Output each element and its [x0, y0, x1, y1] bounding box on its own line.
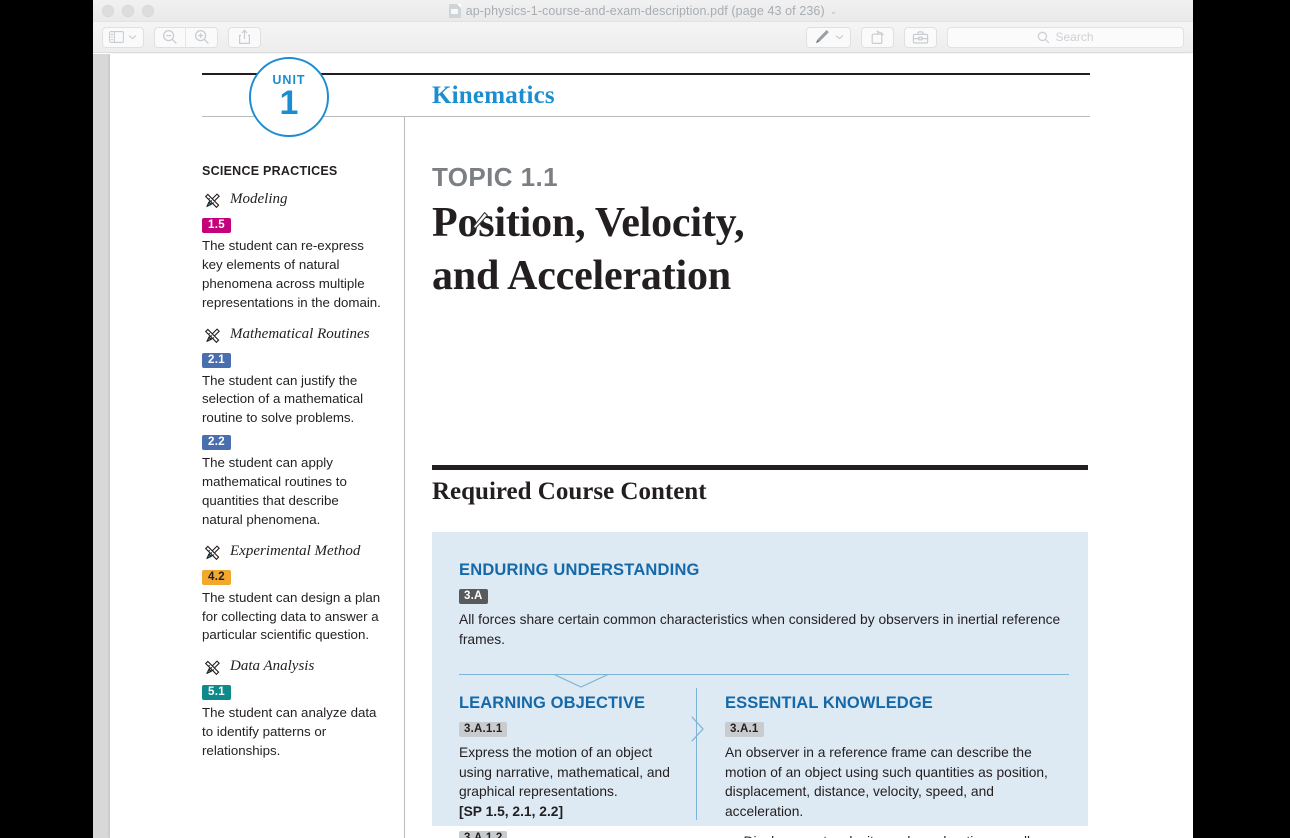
preview-window: ap-physics-1-course-and-exam-description…: [93, 0, 1193, 838]
learning-objective-heading: LEARNING OBJECTIVE: [459, 694, 646, 712]
learning-objective-sp-tag: [SP 1.5, 2.1, 2.2]: [459, 804, 564, 820]
science-practice-icon: [202, 658, 222, 678]
panel-separator: [459, 674, 1069, 675]
essential-knowledge-heading: ESSENTIAL KNOWLEDGE: [725, 694, 933, 712]
practice-text-4-2: The student can design a plan for collec…: [202, 589, 381, 643]
search-icon: [1038, 31, 1050, 43]
essential-knowledge-column: ESSENTIAL KNOWLEDGE 3.A.1 An observer in…: [702, 694, 1069, 838]
science-practice-icon: [202, 543, 222, 563]
pdf-page-content: UNIT 1 Kinematics SCIENCE PRACTICES Mode…: [110, 54, 1193, 838]
pdf-page-area[interactable]: UNIT 1 Kinematics SCIENCE PRACTICES Mode…: [93, 54, 1193, 838]
practice-name: Mathematical Routines: [230, 325, 370, 342]
header-rule-bottom: [202, 116, 1090, 117]
sidebar-toggle-button[interactable]: [103, 28, 143, 47]
rotate-toolbar-group: [861, 26, 894, 48]
traffic-lights: [102, 4, 154, 17]
search-placeholder: Search: [1055, 30, 1094, 44]
required-course-content-heading: Required Course Content: [432, 478, 707, 505]
practice-text-5-1: The student can analyze data to identify…: [202, 705, 377, 758]
essential-knowledge-text: An observer in a reference frame can des…: [725, 745, 1048, 820]
section-rule: [432, 465, 1088, 470]
running-head-title: Kinematics: [432, 82, 555, 109]
rotate-button[interactable]: [862, 28, 893, 47]
practice-badge-2-2: 2.2: [202, 435, 231, 451]
window-title: ap-physics-1-course-and-exam-description…: [465, 4, 825, 18]
window-titlebar: ap-physics-1-course-and-exam-description…: [93, 0, 1193, 22]
science-practice-icon: [202, 326, 222, 346]
practice-text-2-2: The student can apply mathematical routi…: [202, 455, 347, 527]
minimize-button[interactable]: [122, 4, 134, 17]
practice-row-data-analysis: Data Analysis: [202, 657, 382, 678]
code-badge-3a1: 3.A.1: [725, 722, 764, 737]
science-practices-column: SCIENCE PRACTICES Modeling 1.5 The stude…: [202, 164, 382, 761]
practice-row-experimental-method: Experimental Method: [202, 542, 382, 563]
list-item: a. Displacement, velocity, and accelerat…: [725, 832, 1069, 838]
zoom-toolbar-group: [154, 26, 218, 48]
enduring-understanding-heading: ENDURING UNDERSTANDING: [459, 561, 700, 579]
list-item-text: Displacement, velocity, and acceleration…: [744, 832, 1069, 838]
unit-number: 1: [279, 83, 299, 122]
search-input[interactable]: Search: [947, 26, 1184, 48]
practice-row-modeling: Modeling: [202, 190, 382, 211]
chevron-down-icon[interactable]: ⌄: [830, 6, 838, 17]
code-badge-3a12: 3.A.1.2: [459, 830, 508, 838]
share-toolbar-group: [228, 26, 261, 48]
panel-notch-icon: [553, 674, 609, 688]
learning-objective-column: LEARNING OBJECTIVE 3.A.1.1 Express the m…: [459, 694, 702, 838]
list-item-marker: a.: [725, 832, 737, 838]
pdf-page: UNIT 1 Kinematics SCIENCE PRACTICES Mode…: [110, 54, 1193, 838]
enduring-understanding-block: ENDURING UNDERSTANDING 3.A All forces sh…: [459, 561, 1069, 649]
practice-name: Modeling: [230, 191, 288, 207]
code-badge-3a: 3.A: [459, 589, 488, 604]
zoom-out-button[interactable]: [155, 27, 186, 47]
topic-kicker: TOPIC 1.1: [432, 162, 558, 192]
practice-badge-2-1: 2.1: [202, 352, 231, 368]
science-practice-icon: [202, 191, 222, 211]
close-button[interactable]: [102, 4, 114, 17]
required-content-panel: ENDURING UNDERSTANDING 3.A All forces sh…: [432, 532, 1088, 838]
header-rule-top: [202, 73, 1090, 75]
panel-columns: LEARNING OBJECTIVE 3.A.1.1 Express the m…: [459, 694, 1069, 838]
sidebar-toolbar-group: [102, 26, 144, 48]
practice-name: Experimental Method: [230, 542, 361, 559]
share-button[interactable]: [229, 28, 260, 47]
practice-badge-5-1: 5.1: [202, 685, 231, 701]
topic-title: Position, Velocity, and Acceleration: [432, 197, 1092, 302]
unit-badge: UNIT 1: [249, 57, 329, 137]
practice-name: Data Analysis: [230, 658, 315, 675]
markup-tools-group: [904, 26, 937, 48]
markup-toolbar-group: [806, 26, 851, 48]
practice-text-1-5: The student can re-express key elements …: [202, 238, 381, 310]
window-title-group: ap-physics-1-course-and-exam-description…: [93, 0, 1193, 22]
pdf-document-icon: [448, 4, 461, 18]
science-practices-heading: SCIENCE PRACTICES: [202, 164, 338, 178]
practice-badge-4-2: 4.2: [202, 569, 231, 585]
topic-title-line-1: Position, Velocity,: [432, 200, 745, 246]
window-toolbar: Search: [93, 22, 1193, 53]
zoom-in-button[interactable]: [186, 28, 217, 47]
screen: ap-physics-1-course-and-exam-description…: [0, 0, 1290, 838]
practice-text-2-1: The student can justify the selection of…: [202, 372, 364, 426]
markup-pen-button[interactable]: [807, 28, 850, 47]
learning-objective-text: Express the motion of an object using na…: [459, 745, 670, 800]
topic-title-line-2: and Acceleration: [432, 252, 731, 299]
practice-badge-1-5: 1.5: [202, 218, 231, 233]
markup-toolbar-button[interactable]: [905, 28, 936, 47]
code-badge-3a11: 3.A.1.1: [459, 722, 508, 737]
essential-knowledge-list: a. Displacement, velocity, and accelerat…: [725, 832, 1069, 838]
maximize-button[interactable]: [142, 4, 154, 17]
enduring-understanding-text: All forces share certain common characte…: [459, 612, 1061, 647]
column-divider: [404, 116, 405, 838]
topic-header-block: TOPIC 1.1 Position, Velocity, and Accele…: [432, 162, 1092, 302]
practice-row-mathematical-routines: Mathematical Routines: [202, 325, 382, 346]
